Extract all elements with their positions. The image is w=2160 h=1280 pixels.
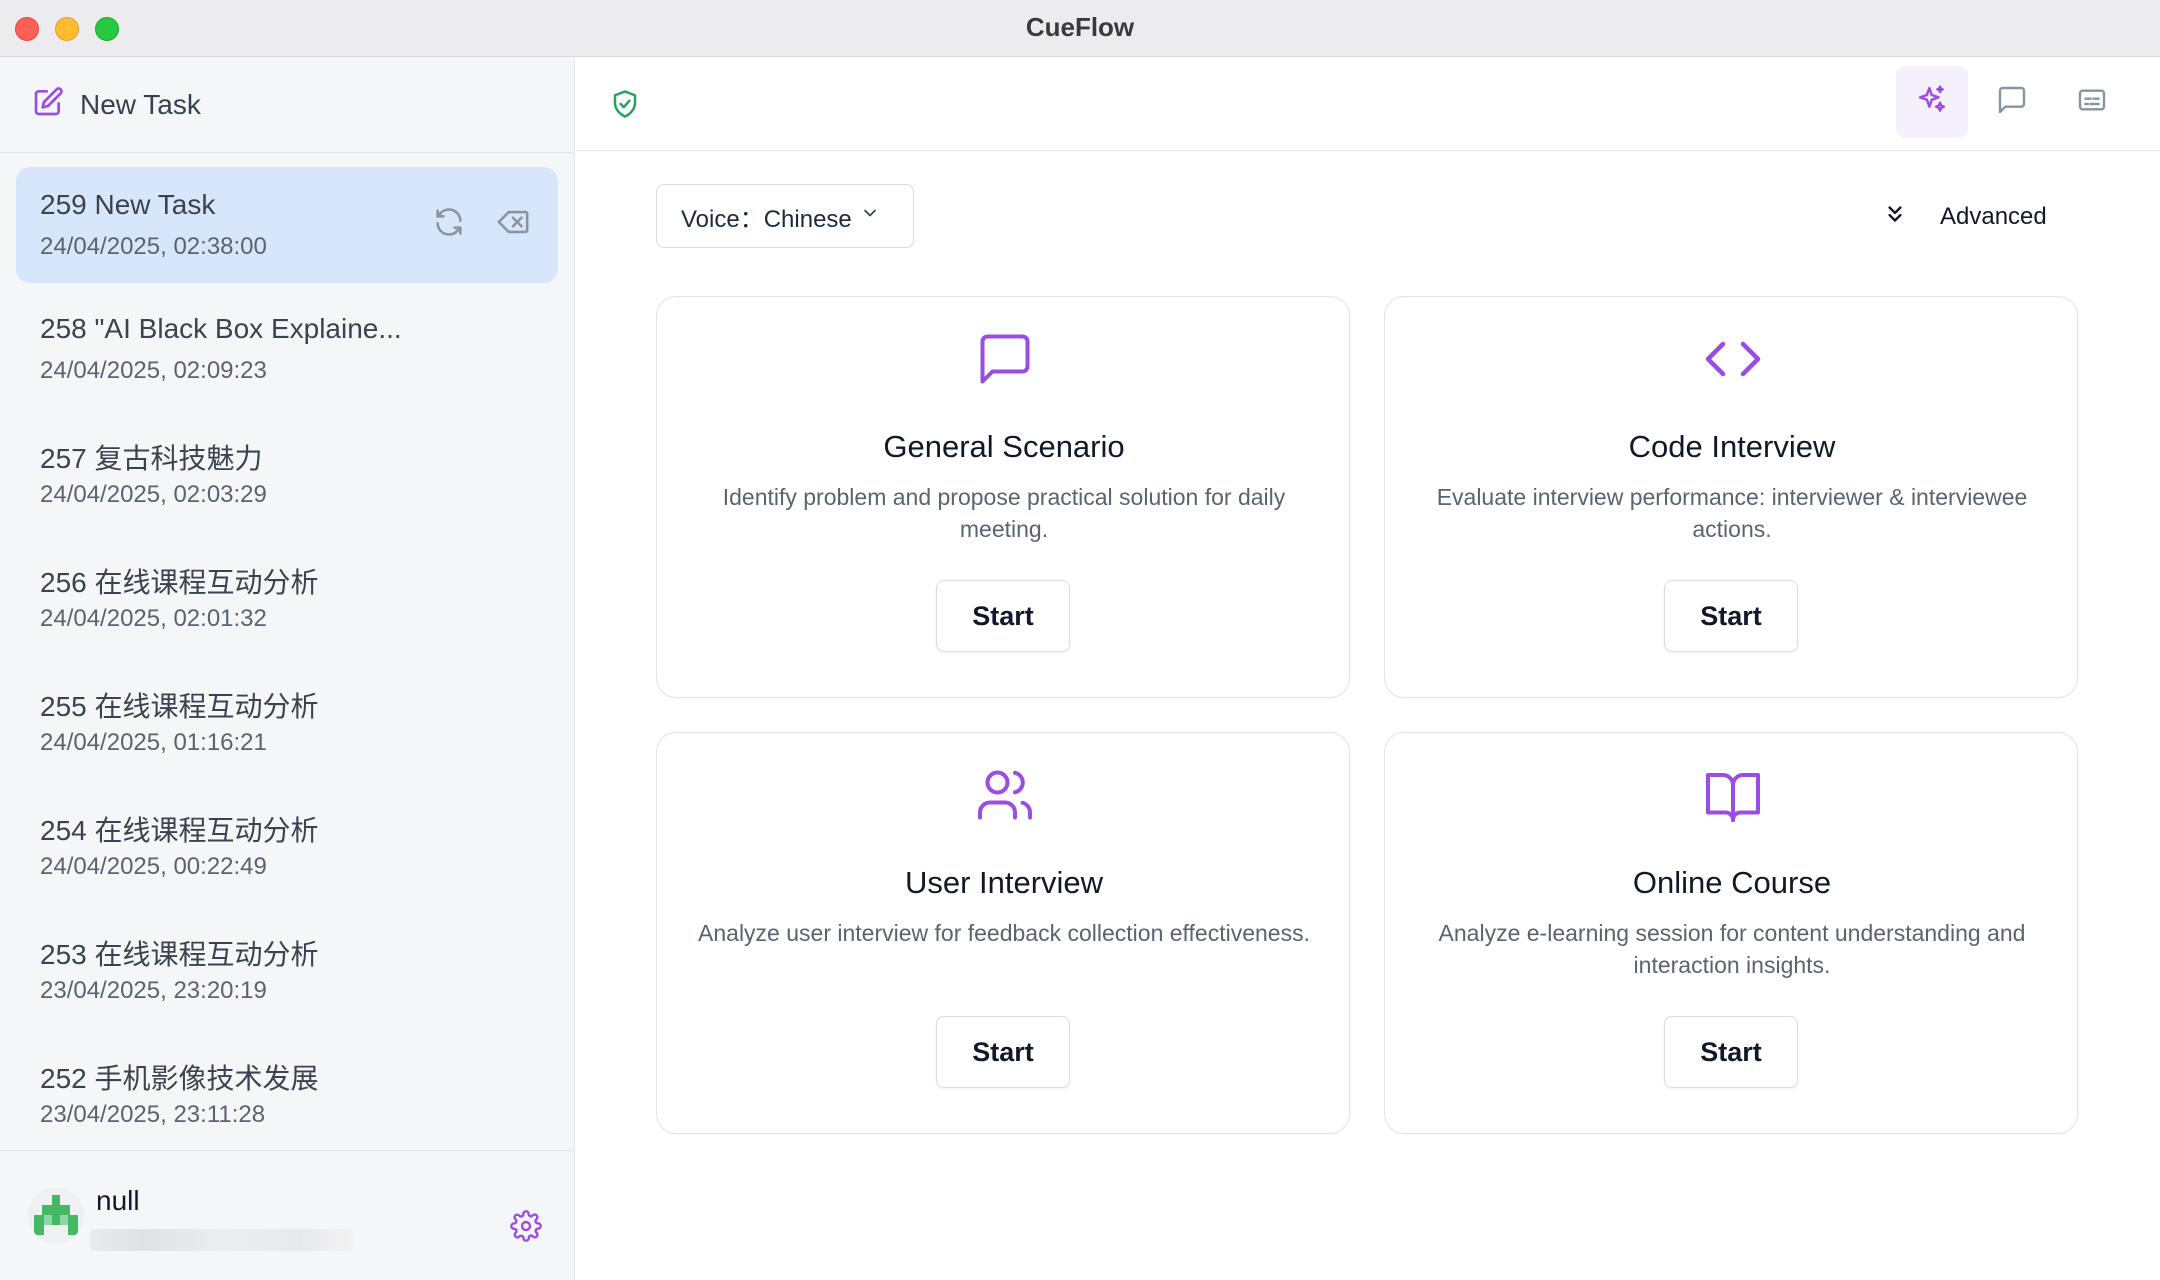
sidebar: New Task 259 New Task 24/04/2025, 02:38:… xyxy=(0,57,575,1280)
task-item[interactable]: 258 "AI Black Box Explaine... 24/04/2025… xyxy=(16,291,558,407)
card-description: Identify problem and propose practical s… xyxy=(722,484,1286,542)
task-item[interactable]: 253 在线课程互动分析 23/04/2025, 23:20:19 xyxy=(16,911,558,1027)
card-description: Evaluate interview performance: intervie… xyxy=(1436,484,2028,542)
task-item[interactable]: 252 手机影像技术发展 23/04/2025, 23:11:28 xyxy=(16,1035,558,1151)
main-header xyxy=(576,57,2160,151)
task-date: 24/04/2025, 02:03:29 xyxy=(40,481,267,508)
title-bar: CueFlow xyxy=(0,0,2160,57)
users-icon xyxy=(975,765,1035,825)
edit-icon xyxy=(32,86,64,123)
task-title: 252 手机影像技术发展 xyxy=(40,1063,319,1094)
advanced-label: Advanced xyxy=(1940,203,2047,230)
shield-check-icon[interactable] xyxy=(610,87,640,121)
user-bar: null xyxy=(0,1150,574,1280)
scenario-card-online-course: Online Course Analyze e-learning session… xyxy=(1384,732,2078,1134)
advanced-toggle[interactable]: Advanced xyxy=(1882,197,2047,237)
task-list: 259 New Task 24/04/2025, 02:38:00 258 "A… xyxy=(0,154,574,1206)
refresh-icon[interactable] xyxy=(432,205,466,239)
chat-bubble-icon xyxy=(975,329,1035,389)
message-square-icon xyxy=(1996,84,2028,121)
window-title: CueFlow xyxy=(1025,12,1135,42)
new-task-button[interactable]: New Task xyxy=(0,57,574,153)
scenario-card-general: General Scenario Identify problem and pr… xyxy=(656,296,1350,698)
task-date: 24/04/2025, 02:01:32 xyxy=(40,605,267,632)
subtitles-icon xyxy=(2076,84,2108,121)
task-title: 259 New Task xyxy=(40,189,216,220)
gear-icon[interactable] xyxy=(510,1210,542,1242)
card-title: Code Interview xyxy=(1628,429,1836,464)
card-description: Analyze e-learning session for content u… xyxy=(1438,920,2026,978)
task-date: 23/04/2025, 23:11:28 xyxy=(40,1101,266,1128)
subtitles-button[interactable] xyxy=(2056,66,2128,138)
voice-language-select[interactable]: Voice：Chinese xyxy=(656,184,914,248)
task-title: 256 在线课程互动分析 xyxy=(40,567,319,598)
start-button[interactable]: Start xyxy=(936,1016,1070,1088)
task-date: 24/04/2025, 01:16:21 xyxy=(40,729,267,756)
task-title: 257 复古科技魅力 xyxy=(40,443,263,474)
delete-icon[interactable] xyxy=(496,205,530,239)
task-item[interactable]: 256 在线课程互动分析 24/04/2025, 02:01:32 xyxy=(16,539,558,655)
voice-select-label: Voice：Chinese xyxy=(681,205,852,233)
scenario-card-user-interview: User Interview Analyze user interview fo… xyxy=(656,732,1350,1134)
task-item[interactable]: 257 复古科技魅力 24/04/2025, 02:03:29 xyxy=(16,415,558,531)
card-title: User Interview xyxy=(904,865,1104,900)
card-title: Online Course xyxy=(1632,865,1832,900)
chat-button[interactable] xyxy=(1976,66,2048,138)
task-date: 24/04/2025, 02:09:23 xyxy=(40,357,267,384)
start-button[interactable]: Start xyxy=(1664,1016,1798,1088)
task-title: 258 "AI Black Box Explaine... xyxy=(40,313,402,344)
task-date: 24/04/2025, 00:22:49 xyxy=(40,853,267,880)
app-window: CueFlow New Task 259 New Task 24/04/2025… xyxy=(0,0,2160,1280)
card-description: Analyze user interview for feedback coll… xyxy=(698,920,1310,946)
new-task-label: New Task xyxy=(80,88,201,120)
task-actions xyxy=(432,205,530,239)
user-name: null xyxy=(96,1185,140,1216)
task-item[interactable]: 254 在线课程互动分析 24/04/2025, 00:22:49 xyxy=(16,787,558,903)
chevron-down-icon xyxy=(852,202,880,230)
task-item[interactable]: 255 在线课程互动分析 24/04/2025, 01:16:21 xyxy=(16,663,558,779)
user-email-redacted xyxy=(90,1229,354,1251)
task-item-selected[interactable]: 259 New Task 24/04/2025, 02:38:00 xyxy=(16,167,558,283)
code-icon xyxy=(1703,329,1763,389)
avatar[interactable] xyxy=(28,1187,84,1243)
chevrons-down-icon xyxy=(1882,201,1940,234)
task-title: 253 在线课程互动分析 xyxy=(40,939,319,970)
task-date: 24/04/2025, 02:38:00 xyxy=(40,233,267,260)
start-button[interactable]: Start xyxy=(936,580,1070,652)
main-panel: Voice：Chinese Advanced General Scenario … xyxy=(576,57,2160,1280)
task-title: 255 在线课程互动分析 xyxy=(40,691,319,722)
card-title: General Scenario xyxy=(883,429,1125,464)
task-date: 23/04/2025, 23:20:19 xyxy=(40,977,267,1004)
ai-sparkle-button[interactable] xyxy=(1896,66,1968,138)
book-open-icon xyxy=(1703,765,1763,825)
start-button[interactable]: Start xyxy=(1664,580,1798,652)
scenario-card-code-interview: Code Interview Evaluate interview perfor… xyxy=(1384,296,2078,698)
sparkles-icon xyxy=(1916,84,1948,121)
task-title: 254 在线课程互动分析 xyxy=(40,815,319,846)
